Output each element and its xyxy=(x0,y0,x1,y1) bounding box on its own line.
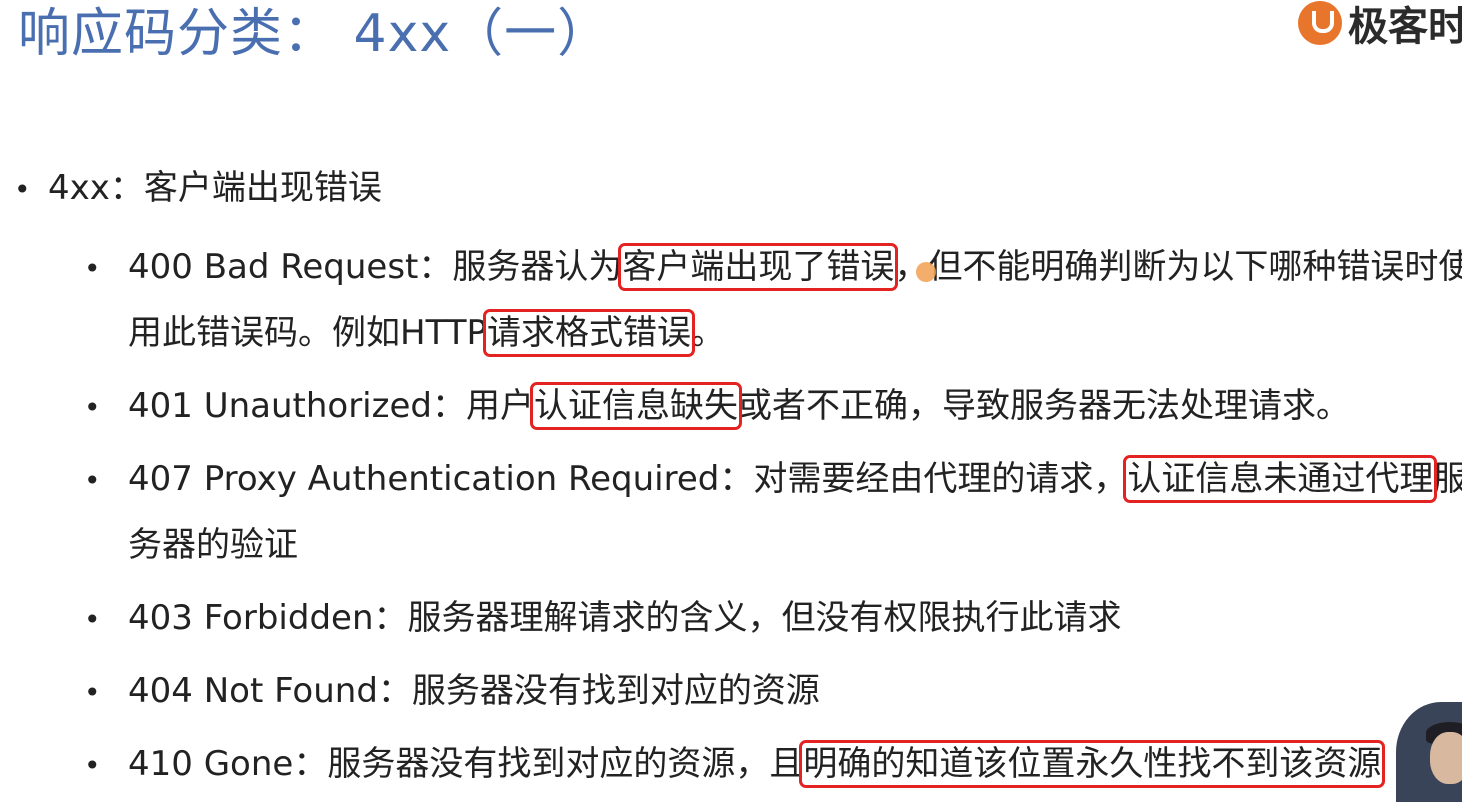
status-description: 服务器理解请求的含义，但没有权限执行此请求 xyxy=(407,598,1122,638)
section-4xx: 4xx：客户端出现错误 400 Bad Request：服务器认为客户端出现了错… xyxy=(14,160,1462,797)
status-code-label: 410 Gone xyxy=(128,744,294,784)
bullet-icon xyxy=(84,585,118,653)
status-separator: ： xyxy=(719,459,754,499)
slide-title: 响应码分类： 4xx（一） xyxy=(18,4,611,64)
status-407: 407 Proxy Authentication Required：对需要经由代… xyxy=(84,446,1462,578)
highlight-box: 认证信息未通过代理 xyxy=(1123,455,1438,503)
highlight-box: 客户端出现了错误 xyxy=(618,243,899,291)
brand-logo: 极客时 xyxy=(1298,0,1462,52)
bullet-icon xyxy=(84,234,118,302)
highlight-box: 请求格式错误 xyxy=(483,309,696,357)
status-403: 403 Forbidden：服务器理解请求的含义，但没有权限执行此请求 xyxy=(84,585,1462,651)
bullet-icon xyxy=(84,373,118,441)
status-410: 410 Gone：服务器没有找到对应的资源，且明确的知道该位置永久性找不到该资源 xyxy=(84,731,1462,797)
bullet-icon xyxy=(84,658,118,726)
bullet-icon xyxy=(84,731,118,799)
highlight-box: 认证信息缺失 xyxy=(529,382,742,430)
bullet-icon xyxy=(14,160,48,218)
status-separator: ： xyxy=(418,247,453,287)
status-code-label: 400 Bad Request xyxy=(128,247,419,287)
status-description-end: 。 xyxy=(691,313,726,353)
status-404: 404 Not Found：服务器没有找到对应的资源 xyxy=(84,658,1462,724)
status-code-label: 404 Not Found xyxy=(128,671,378,711)
status-description-cont: 或者不正确，导致服务器无法处理请求。 xyxy=(737,386,1350,426)
status-description: 服务器没有找到对应的资源 xyxy=(411,671,820,711)
status-description: 服务器没有找到对应的资源，且 xyxy=(327,744,804,784)
status-separator: ： xyxy=(377,671,412,711)
status-separator: ： xyxy=(373,598,408,638)
status-code-label: 407 Proxy Authentication Required xyxy=(128,459,720,499)
status-description: 对需要经由代理的请求， xyxy=(753,459,1128,499)
status-description: 用户 xyxy=(465,386,534,426)
section-code: 4xx xyxy=(48,168,110,208)
section-separator: ： xyxy=(109,168,144,208)
pointer-dot-icon xyxy=(916,262,936,282)
geekbang-logo-icon xyxy=(1298,1,1342,45)
bullet-icon xyxy=(84,446,118,514)
status-code-list: 400 Bad Request：服务器认为客户端出现了错误，但不能明确判断为以下… xyxy=(84,234,1462,797)
logo-text: 极客时 xyxy=(1348,4,1462,50)
status-separator: ： xyxy=(293,744,328,784)
status-400: 400 Bad Request：服务器认为客户端出现了错误，但不能明确判断为以下… xyxy=(84,234,1462,366)
status-code-label: 401 Unauthorized xyxy=(128,386,432,426)
bullet-list: 4xx：客户端出现错误 400 Bad Request：服务器认为客户端出现了错… xyxy=(14,160,1462,804)
highlight-box: 明确的知道该位置永久性找不到该资源 xyxy=(799,740,1386,788)
avatar-face xyxy=(1430,732,1462,784)
status-description: 服务器认为 xyxy=(452,247,623,287)
section-description: 客户端出现错误 xyxy=(143,168,382,208)
status-code-label: 403 Forbidden xyxy=(128,598,374,638)
status-separator: ： xyxy=(431,386,466,426)
status-401: 401 Unauthorized：用户认证信息缺失或者不正确，导致服务器无法处理… xyxy=(84,373,1462,439)
